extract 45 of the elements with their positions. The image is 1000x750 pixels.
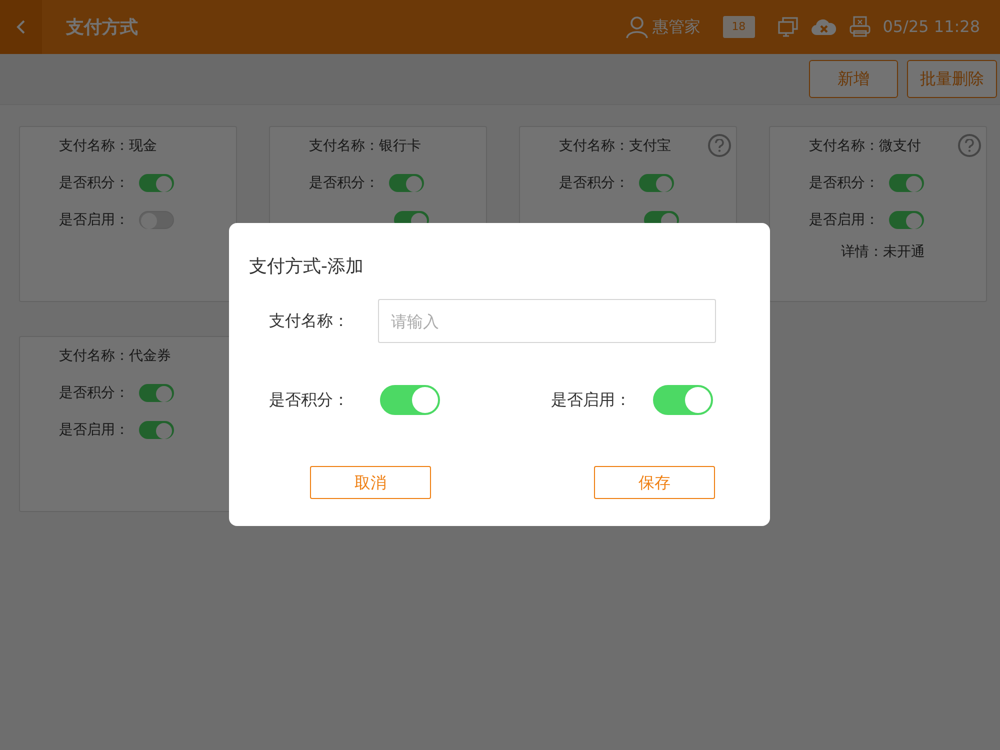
help-icon[interactable] — [708, 134, 731, 157]
toggle-switch[interactable] — [139, 421, 174, 439]
payment-name: 支付名称：代金券 — [59, 346, 171, 366]
payment-name: 支付名称：银行卡 — [309, 136, 421, 156]
toggle-switch[interactable] — [139, 174, 174, 192]
field-label: 是否启用： — [551, 389, 632, 411]
save-button[interactable]: 保存 — [594, 466, 715, 499]
toggle-switch[interactable] — [639, 174, 674, 192]
cancel-button[interactable]: 取消 — [310, 466, 431, 499]
field-label: 支付名称： — [269, 310, 350, 332]
add-button[interactable]: 新增 — [809, 60, 898, 98]
payment-name: 支付名称：现金 — [59, 136, 157, 156]
field-label: 是否积分： — [59, 174, 129, 192]
toggle-switch[interactable] — [889, 211, 924, 229]
back-button[interactable] — [0, 0, 42, 54]
monitor-icon[interactable] — [776, 16, 799, 38]
batch-delete-button[interactable]: 批量删除 — [907, 60, 997, 98]
toggle-switch[interactable] — [653, 385, 713, 415]
field-label: 是否积分： — [269, 389, 350, 411]
field-label: 是否启用： — [809, 210, 879, 230]
payment-name: 支付名称：支付宝 — [559, 136, 671, 156]
printer-icon[interactable] — [848, 16, 871, 38]
toggle-switch[interactable] — [380, 385, 440, 415]
field-label: 是否启用： — [59, 420, 129, 440]
help-icon[interactable] — [958, 134, 981, 157]
name-input-field[interactable]: 请输入 — [378, 299, 716, 343]
field-label: 是否积分： — [309, 174, 379, 192]
clock-time: 05/25 11:28 — [882, 16, 980, 38]
toggle-switch[interactable] — [389, 174, 424, 192]
message-badge[interactable]: 18 — [722, 16, 755, 38]
user-name[interactable]: 惠管家 — [652, 15, 701, 39]
back-icon — [16, 20, 26, 34]
detail-text: 详情：未开通 — [841, 242, 925, 262]
page-title: 支付方式 — [66, 16, 138, 40]
cloud-error-icon[interactable] — [810, 17, 837, 37]
field-label: 是否积分： — [809, 174, 879, 192]
field-label: 是否启用： — [59, 210, 129, 230]
payment-card[interactable]: 支付名称：微支付 是否积分： 是否启用： 详情：未开通 — [769, 126, 987, 302]
field-label: 是否积分： — [59, 384, 129, 402]
field-label: 是否积分： — [559, 174, 629, 192]
toggle-switch[interactable] — [889, 174, 924, 192]
toggle-switch[interactable] — [139, 384, 174, 402]
payment-card[interactable]: 支付名称：现金 是否积分： 是否启用： — [19, 126, 237, 302]
payment-name: 支付名称：微支付 — [809, 136, 921, 156]
user-icon — [624, 15, 649, 39]
